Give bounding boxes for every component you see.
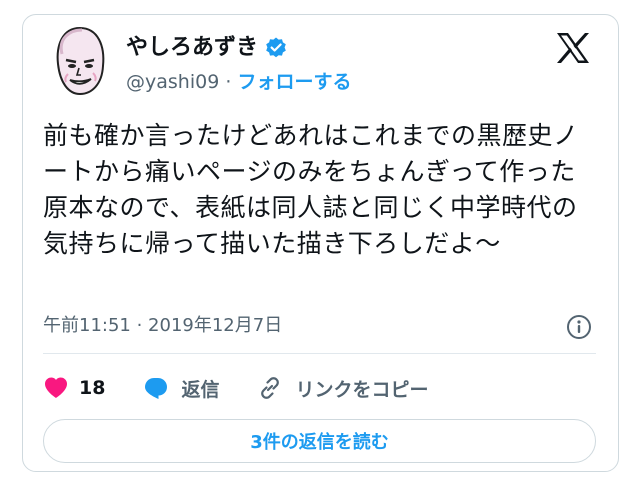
reply-button[interactable]: 返信 (143, 375, 219, 402)
reply-label: 返信 (181, 378, 220, 401)
read-replies-button[interactable]: 3件の返信を読む (43, 419, 596, 463)
copy-link-button[interactable]: リンクをコピー (257, 375, 428, 402)
copy-link-label: リンクをコピー (295, 378, 429, 401)
avatar[interactable] (48, 24, 112, 98)
x-logo-icon[interactable] (556, 32, 590, 64)
action-bar: 18 返信 リンクをコピー (43, 371, 428, 405)
follow-button[interactable]: フォローする (237, 71, 351, 93)
avatar-illustration (56, 26, 105, 96)
heart-icon (43, 376, 69, 400)
link-icon (257, 375, 283, 401)
handle-row: @yashi09 · フォローする (126, 68, 351, 96)
tweet-timestamp[interactable]: 午前11:51 · 2019年12月7日 (43, 313, 282, 339)
tweet-text: 前も確か言ったけどあれはこれまでの黒歴史ノートから痛いページのみをちょんぎって作… (43, 121, 579, 258)
author-display-name[interactable]: やしろあずき (126, 34, 258, 62)
separator: · (225, 71, 232, 93)
author-name-row: やしろあずき (126, 34, 288, 62)
verified-badge-icon (264, 36, 288, 60)
info-icon[interactable] (566, 314, 592, 340)
speech-bubble-icon (143, 376, 169, 400)
author-handle[interactable]: @yashi09 (126, 71, 219, 93)
like-count: 18 (79, 377, 106, 399)
divider (43, 353, 596, 354)
like-button[interactable]: 18 (43, 376, 105, 400)
